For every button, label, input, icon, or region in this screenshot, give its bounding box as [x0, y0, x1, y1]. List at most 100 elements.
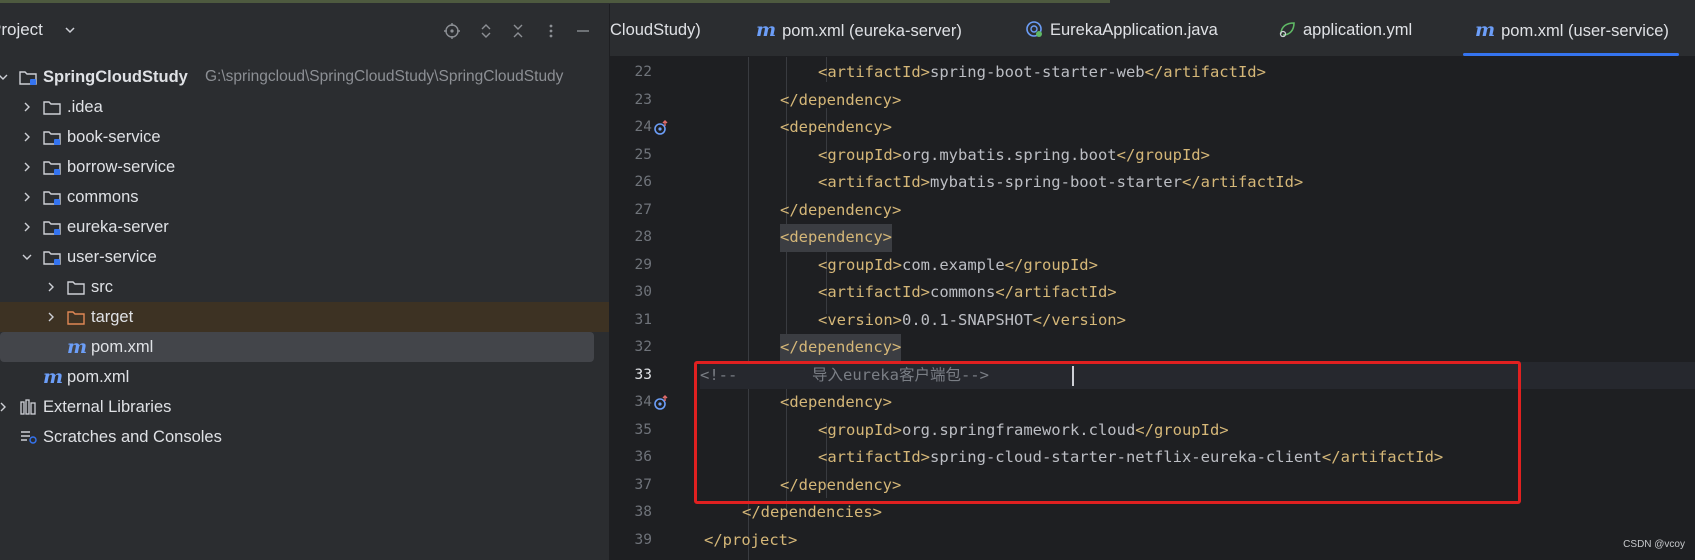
tab-pom-user-service[interactable]: m pom.xml (user-service)	[1463, 4, 1679, 56]
line-number: 33	[634, 366, 652, 383]
maven-icon: m	[43, 366, 64, 388]
tree-item-eureka-server[interactable]: eureka-server	[0, 212, 609, 242]
tree-item-label: .idea	[67, 98, 103, 116]
module-folder-icon	[43, 251, 61, 265]
project-panel-header: Project	[0, 4, 609, 56]
code-text: <dependency>	[780, 224, 892, 252]
tree-item-scratches-and-consoles[interactable]: Scratches and Consoles	[0, 422, 609, 452]
line-number: 35	[634, 421, 652, 438]
line-number: 28	[634, 229, 652, 245]
code-line[interactable]: </dependency>	[700, 87, 1695, 115]
code-line[interactable]: <dependency>	[700, 114, 1695, 142]
highlight-box	[694, 361, 1521, 504]
tab-eureka-application[interactable]: EurekaApplication.java	[1024, 4, 1218, 56]
chevron-right-icon[interactable]	[20, 160, 34, 174]
code-text: <version>0.0.1-SNAPSHOT</version>	[818, 310, 1126, 329]
chevron-right-icon[interactable]	[20, 190, 34, 204]
tab-pom-eureka-server[interactable]: m pom.xml (eureka-server)	[756, 4, 962, 56]
code-text: <artifactId>spring-boot-starter-web</art…	[818, 63, 1266, 81]
tree-item-idea[interactable]: .idea	[0, 92, 609, 122]
editor-area: CloudStudy) m pom.xml (eureka-server) Eur…	[610, 4, 1695, 560]
code-text: <artifactId>mybatis-spring-boot-starter<…	[818, 173, 1304, 191]
chevron-down-icon[interactable]	[0, 70, 10, 84]
tree-item-label: pom.xml	[91, 338, 154, 356]
chevron-down-icon[interactable]	[20, 250, 34, 264]
module-folder-icon	[43, 221, 61, 235]
code-line[interactable]: <groupId>com.example</groupId>	[700, 252, 1695, 280]
tab-label: CloudStudy)	[610, 21, 701, 39]
folder-icon	[43, 101, 61, 115]
maven-icon: m	[67, 336, 88, 358]
dependency-update-icon[interactable]	[652, 119, 670, 137]
tree-item-label: borrow-service	[67, 158, 176, 176]
line-number: 22	[634, 64, 652, 80]
tree-item-borrow-service[interactable]: borrow-service	[0, 152, 609, 182]
line-number: 24	[634, 119, 652, 135]
code-line[interactable]: <artifactId>mybatis-spring-boot-starter<…	[700, 169, 1695, 197]
line-number: 32	[634, 339, 652, 355]
code-line[interactable]: <artifactId>commons</artifactId>	[700, 279, 1695, 307]
tree-item-label: Scratches and Consoles	[43, 428, 222, 446]
expand-all-icon[interactable]	[477, 22, 495, 40]
editor-gutter: 22 23 24 25 26 27 28 29 30 31 32 33 34 35 36 37 38 39	[610, 57, 700, 560]
tree-item-label: SpringCloudStudy	[43, 68, 188, 86]
editor-tab-bar: CloudStudy) m pom.xml (eureka-server) Eur…	[610, 4, 1695, 57]
chevron-right-icon[interactable]	[20, 130, 34, 144]
code-line[interactable]: <artifactId>spring-boot-starter-web</art…	[700, 59, 1695, 87]
tree-item-book-service[interactable]: book-service	[0, 122, 609, 152]
chevron-right-icon[interactable]	[44, 280, 58, 294]
code-line[interactable]: <groupId>org.mybatis.spring.boot</groupI…	[700, 142, 1695, 170]
project-panel: Project SpringCloudStudy G:\springcloud\…	[0, 4, 610, 560]
maven-icon: m	[1475, 19, 1496, 41]
tab-root-pom[interactable]: CloudStudy)	[610, 4, 701, 56]
tree-item-external-libraries[interactable]: External Libraries	[0, 392, 609, 422]
line-number: 30	[634, 284, 652, 300]
line-number: 37	[634, 476, 652, 493]
code-text: <groupId>com.example</groupId>	[818, 255, 1098, 274]
chevron-right-icon[interactable]	[44, 310, 58, 324]
tab-application-yml[interactable]: application.yml	[1277, 4, 1412, 56]
tree-item-pom-xml-root[interactable]: m pom.xml	[0, 362, 609, 392]
tree-item-springcloudstudy[interactable]: SpringCloudStudy G:\springcloud\SpringCl…	[0, 62, 609, 92]
locate-icon[interactable]	[443, 22, 461, 40]
tree-item-label: pom.xml	[67, 368, 130, 386]
module-folder-icon	[43, 131, 61, 145]
tree-item-label: External Libraries	[43, 398, 172, 416]
code-line[interactable]: </project>	[700, 527, 1695, 555]
more-options-icon[interactable]	[542, 22, 560, 40]
chevron-right-icon[interactable]	[0, 400, 10, 414]
chevron-down-icon[interactable]	[62, 22, 78, 38]
tree-item-label: user-service	[67, 248, 157, 266]
code-text: <dependency>	[780, 118, 892, 136]
tree-item-src[interactable]: src	[0, 272, 609, 302]
project-panel-title[interactable]: Project	[0, 20, 43, 40]
tree-item-user-service[interactable]: user-service	[0, 242, 609, 272]
watermark: CSDN @vcoy	[1623, 539, 1685, 550]
line-number: 25	[634, 146, 652, 163]
code-line[interactable]: <dependency>	[700, 224, 1695, 252]
line-number: 38	[634, 504, 652, 520]
code-text: <artifactId>commons</artifactId>	[818, 283, 1117, 301]
tab-label: EurekaApplication.java	[1050, 21, 1218, 39]
chevron-right-icon[interactable]	[20, 220, 34, 234]
tree-item-label: book-service	[67, 128, 161, 146]
line-number: 31	[634, 311, 652, 328]
chevron-right-icon[interactable]	[20, 100, 34, 114]
dependency-update-icon[interactable]	[652, 394, 670, 412]
tree-item-target[interactable]: target	[0, 302, 609, 332]
tree-item-label: commons	[67, 188, 139, 206]
code-line[interactable]: <version>0.0.1-SNAPSHOT</version>	[700, 307, 1695, 335]
tree-item-pom-xml-user-service[interactable]: m pom.xml	[0, 332, 594, 362]
collapse-all-icon[interactable]	[509, 22, 527, 40]
code-line[interactable]: </dependency>	[700, 197, 1695, 225]
tree-item-label: src	[91, 278, 113, 296]
code-text: </dependency>	[780, 90, 902, 109]
minimize-icon[interactable]	[574, 22, 592, 40]
tree-item-commons[interactable]: commons	[0, 182, 609, 212]
code-line[interactable]: </dependency>	[700, 334, 1695, 362]
module-folder-icon	[19, 71, 37, 85]
maven-icon: m	[756, 19, 777, 41]
line-number: 27	[634, 201, 652, 218]
library-icon	[20, 399, 36, 415]
tab-label: application.yml	[1303, 21, 1413, 39]
